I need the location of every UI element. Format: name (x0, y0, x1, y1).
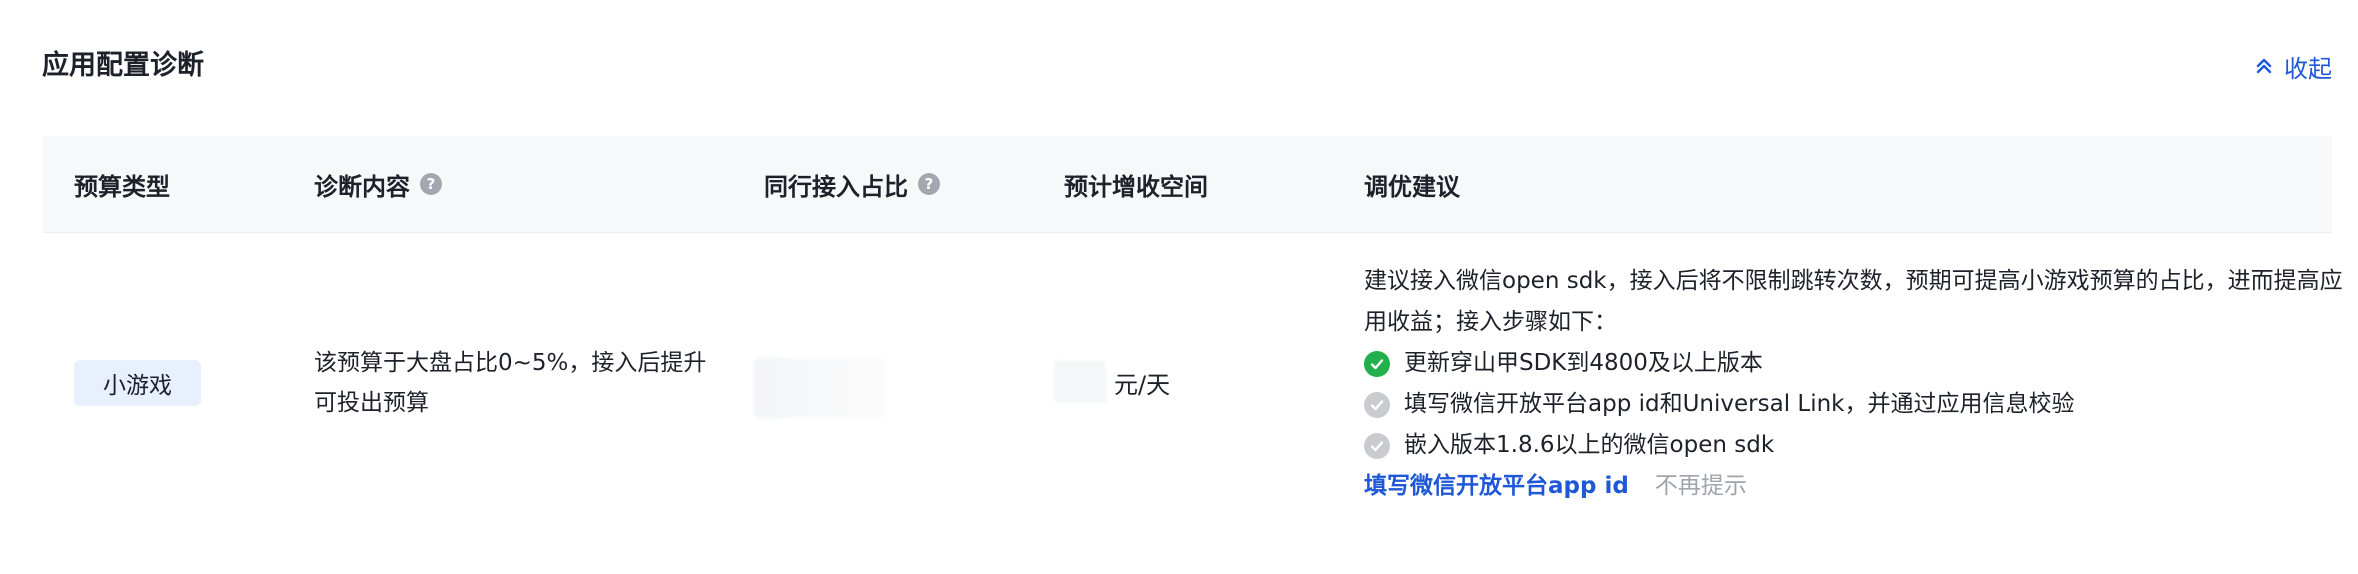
advice-step-text: 嵌入版本1.8.6以上的微信open sdk (1404, 432, 1775, 458)
table-row: 小游戏 该预算于大盘占比0~5%，接入后提升可投出预算 元/天 建议接入微信op… (42, 233, 2343, 573)
question-circle-icon[interactable]: ? (918, 173, 940, 195)
budget-type-tag: 小游戏 (74, 360, 201, 406)
advice-cell: 建议接入微信open sdk，接入后将不限制跳转次数，预期可提高小游戏预算的占比… (1364, 261, 2344, 507)
fill-app-id-link[interactable]: 填写微信开放平台app id (1364, 466, 1629, 507)
check-circle-gray-icon (1364, 432, 1390, 459)
advice-step: 更新穿山甲SDK到4800及以上版本 (1364, 343, 2344, 384)
app-config-diagnosis-panel: 应用配置诊断 收起 预算类型 诊断内容 ? 同行接入占比 ? 预计增收空间 调优… (0, 0, 2358, 574)
column-header-advice: 调优建议 (1364, 172, 1460, 201)
check-circle-icon (1364, 350, 1390, 377)
check-circle-gray-icon (1364, 391, 1390, 418)
section-title: 应用配置诊断 (42, 50, 204, 81)
collapse-label: 收起 (2284, 54, 2332, 83)
column-header-budget-type: 预算类型 (74, 172, 170, 201)
advice-step-text: 填写微信开放平台app id和Universal Link，并通过应用信息校验 (1404, 391, 2075, 417)
column-header-diagnosis: 诊断内容 ? (314, 136, 442, 232)
advice-step-text: 更新穿山甲SDK到4800及以上版本 (1404, 350, 1763, 376)
advice-step: 嵌入版本1.8.6以上的微信open sdk (1364, 425, 2344, 466)
double-chevron-up-icon (2254, 56, 2274, 76)
dismiss-link[interactable]: 不再提示 (1655, 466, 1747, 507)
income-unit: 元/天 (1114, 370, 1171, 399)
expected-income: 元/天 (1054, 359, 1170, 405)
advice-step: 填写微信开放平台app id和Universal Link，并通过应用信息校验 (1364, 384, 2344, 425)
column-header-peer-ratio: 同行接入占比 ? (764, 136, 940, 232)
table-header: 预算类型 诊断内容 ? 同行接入占比 ? 预计增收空间 调优建议 (42, 136, 2332, 233)
diagnosis-text: 该预算于大盘占比0~5%，接入后提升可投出预算 (314, 350, 707, 416)
column-header-expected-income: 预计增收空间 (1064, 172, 1208, 201)
peer-ratio-redacted (754, 358, 886, 418)
income-value-redacted (1054, 361, 1106, 403)
question-circle-icon[interactable]: ? (420, 173, 442, 195)
advice-actions: 填写微信开放平台app id 不再提示 (1364, 466, 2344, 507)
advice-intro: 建议接入微信open sdk，接入后将不限制跳转次数，预期可提高小游戏预算的占比… (1364, 268, 2343, 335)
collapse-button[interactable]: 收起 (2254, 46, 2332, 86)
diagnosis-table: 预算类型 诊断内容 ? 同行接入占比 ? 预计增收空间 调优建议 小游戏 该预算… (42, 136, 2343, 573)
